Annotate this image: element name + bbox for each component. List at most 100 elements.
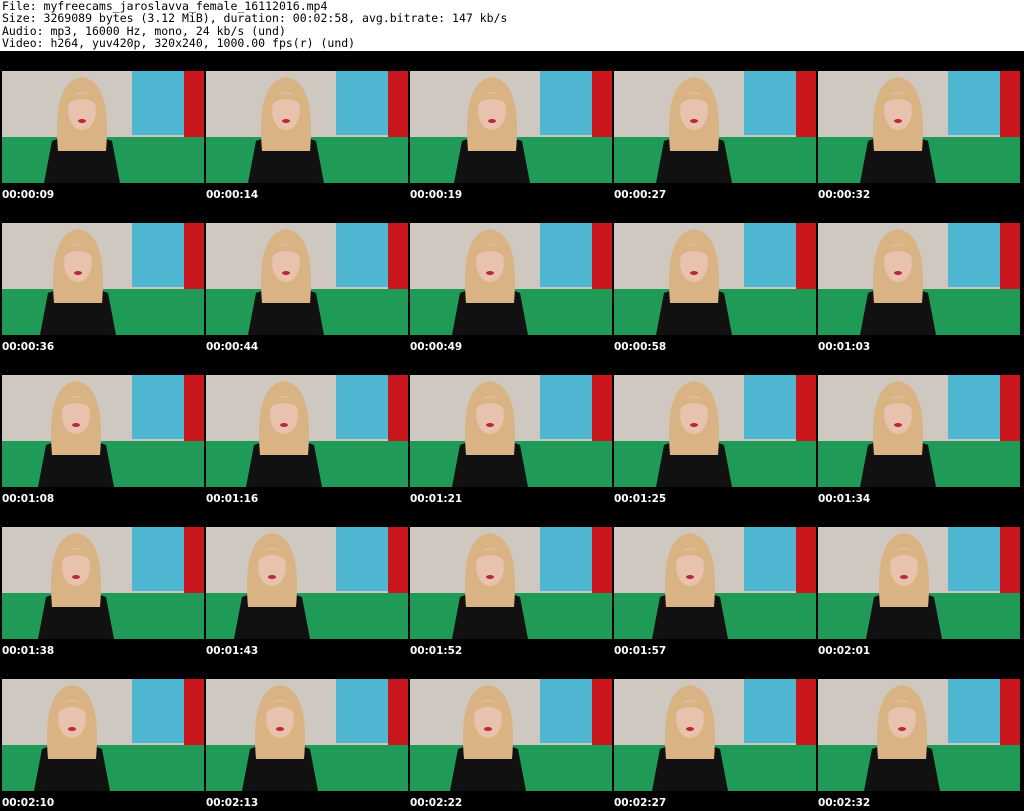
timestamp-label: 00:01:25 xyxy=(614,493,667,505)
thumbnail-cell-8[interactable]: 00:00:49 xyxy=(408,203,612,355)
video-frame xyxy=(2,223,204,335)
frame-image xyxy=(818,375,1020,487)
timestamp-label: 00:00:09 xyxy=(2,189,55,201)
video-frame xyxy=(410,375,612,487)
frame-image xyxy=(410,223,612,335)
frame-image xyxy=(818,223,1020,335)
thumbnail-cell-5[interactable]: 00:00:32 xyxy=(816,51,1020,203)
timestamp-label: 00:01:43 xyxy=(206,645,259,657)
timestamp-label: 00:01:03 xyxy=(818,341,871,353)
thumbnail-cell-19[interactable]: 00:01:57 xyxy=(612,507,816,659)
timestamp-label: 00:01:52 xyxy=(410,645,463,657)
frame-image xyxy=(2,71,204,183)
thumbnail-cell-24[interactable]: 00:02:27 xyxy=(612,659,816,811)
video-frame xyxy=(818,527,1020,639)
frame-image xyxy=(818,679,1020,791)
timestamp-label: 00:02:10 xyxy=(2,797,55,809)
video-frame xyxy=(206,679,408,791)
video-frame xyxy=(206,375,408,487)
timestamp-label: 00:01:38 xyxy=(2,645,55,657)
frame-image xyxy=(2,527,204,639)
video-info-line: Video: h264, yuv420p, 320x240, 1000.00 f… xyxy=(2,36,356,51)
video-frame xyxy=(410,679,612,791)
thumbnail-cell-12[interactable]: 00:01:16 xyxy=(204,355,408,507)
video-frame xyxy=(206,527,408,639)
timestamp-label: 00:01:57 xyxy=(614,645,667,657)
video-frame xyxy=(206,71,408,183)
thumbnail-cell-9[interactable]: 00:00:58 xyxy=(612,203,816,355)
video-frame xyxy=(818,223,1020,335)
frame-image xyxy=(614,527,816,639)
thumbnail-cell-25[interactable]: 00:02:32 xyxy=(816,659,1020,811)
thumbnail-cell-1[interactable]: 00:00:09 xyxy=(0,51,204,203)
frame-image xyxy=(2,679,204,791)
video-frame xyxy=(410,527,612,639)
timestamp-label: 00:02:01 xyxy=(818,645,871,657)
timestamp-label: 00:01:21 xyxy=(410,493,463,505)
frame-image xyxy=(410,679,612,791)
video-frame xyxy=(614,679,816,791)
thumbnail-cell-6[interactable]: 00:00:36 xyxy=(0,203,204,355)
frame-image xyxy=(206,527,408,639)
thumbnail-cell-22[interactable]: 00:02:13 xyxy=(204,659,408,811)
thumbnail-cell-7[interactable]: 00:00:44 xyxy=(204,203,408,355)
video-frame xyxy=(614,375,816,487)
thumbnail-cell-23[interactable]: 00:02:22 xyxy=(408,659,612,811)
file-info-header: File: myfreecams_jaroslavva_female_16112… xyxy=(0,0,1024,50)
thumbnail-cell-13[interactable]: 00:01:21 xyxy=(408,355,612,507)
video-frame xyxy=(206,223,408,335)
frame-image xyxy=(614,679,816,791)
video-frame xyxy=(614,223,816,335)
frame-image xyxy=(2,223,204,335)
frame-image xyxy=(614,375,816,487)
frame-image xyxy=(410,71,612,183)
video-frame xyxy=(614,527,816,639)
timestamp-label: 00:02:22 xyxy=(410,797,463,809)
thumbnail-cell-17[interactable]: 00:01:43 xyxy=(204,507,408,659)
video-frame xyxy=(2,71,204,183)
frame-image xyxy=(614,71,816,183)
video-frame xyxy=(410,71,612,183)
video-frame xyxy=(614,71,816,183)
thumbnail-cell-4[interactable]: 00:00:27 xyxy=(612,51,816,203)
frame-image xyxy=(206,679,408,791)
timestamp-label: 00:01:08 xyxy=(2,493,55,505)
video-frame xyxy=(410,223,612,335)
frame-image xyxy=(614,223,816,335)
thumbnail-cell-15[interactable]: 00:01:34 xyxy=(816,355,1020,507)
thumbnail-cell-2[interactable]: 00:00:14 xyxy=(204,51,408,203)
file-size-line: Size: 3269089 bytes (3.12 MiB), duration… xyxy=(2,11,508,26)
thumbnail-grid: 00:00:09 00:00:14 00:00:19 00:00:27 00:0… xyxy=(0,51,1024,811)
thumbnail-cell-11[interactable]: 00:01:08 xyxy=(0,355,204,507)
timestamp-label: 00:02:13 xyxy=(206,797,259,809)
thumbnail-cell-21[interactable]: 00:02:10 xyxy=(0,659,204,811)
thumbnail-cell-14[interactable]: 00:01:25 xyxy=(612,355,816,507)
timestamp-label: 00:00:36 xyxy=(2,341,55,353)
timestamp-label: 00:00:19 xyxy=(410,189,463,201)
frame-image xyxy=(818,71,1020,183)
timestamp-label: 00:02:27 xyxy=(614,797,667,809)
thumbnail-cell-16[interactable]: 00:01:38 xyxy=(0,507,204,659)
timestamp-label: 00:00:32 xyxy=(818,189,871,201)
timestamp-label: 00:00:14 xyxy=(206,189,259,201)
frame-image xyxy=(818,527,1020,639)
timestamp-label: 00:00:44 xyxy=(206,341,259,353)
frame-image xyxy=(2,375,204,487)
thumbnail-cell-10[interactable]: 00:01:03 xyxy=(816,203,1020,355)
timestamp-label: 00:00:49 xyxy=(410,341,463,353)
timestamp-label: 00:01:34 xyxy=(818,493,871,505)
frame-image xyxy=(206,375,408,487)
video-frame xyxy=(2,679,204,791)
video-frame xyxy=(818,71,1020,183)
thumbnail-cell-20[interactable]: 00:02:01 xyxy=(816,507,1020,659)
video-frame xyxy=(2,375,204,487)
frame-image xyxy=(206,223,408,335)
thumbnail-cell-3[interactable]: 00:00:19 xyxy=(408,51,612,203)
timestamp-label: 00:00:27 xyxy=(614,189,667,201)
frame-image xyxy=(206,71,408,183)
timestamp-label: 00:01:16 xyxy=(206,493,259,505)
video-frame xyxy=(2,527,204,639)
frame-image xyxy=(410,527,612,639)
thumbnail-cell-18[interactable]: 00:01:52 xyxy=(408,507,612,659)
video-frame xyxy=(818,679,1020,791)
